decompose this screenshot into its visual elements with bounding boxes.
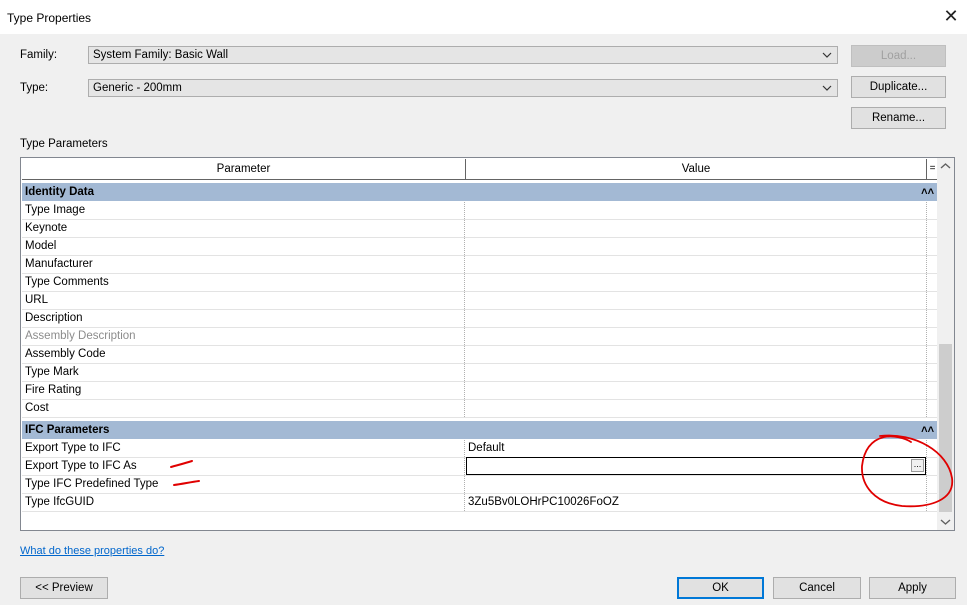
parameter-value[interactable] [468,400,926,417]
close-icon[interactable]: ✕ [941,6,961,26]
table-row[interactable]: Keynote [22,220,938,238]
table-scrollbar[interactable] [937,158,954,530]
parameter-name: Fire Rating [22,382,465,399]
table-row[interactable]: Type IfcGUID 3Zu5Bv0LOHrPC10026FoOZ [22,494,938,512]
parameter-name: Export Type to IFC [22,440,465,457]
chevron-down-icon [822,52,832,58]
parameter-name: Assembly Description [22,328,465,345]
title-bar: Type Properties ✕ [0,0,967,34]
table-row[interactable]: URL [22,292,938,310]
collapse-icon[interactable]: ˄˄ [921,421,934,439]
table-row[interactable]: Export Type to IFC As ... [22,457,938,476]
load-button[interactable]: Load... [851,45,946,67]
parameter-value[interactable] [468,476,926,493]
parameter-name: Manufacturer [22,256,465,273]
parameter-value[interactable] [468,292,926,309]
collapse-icon[interactable]: ˄˄ [921,183,934,201]
parameter-value[interactable] [468,238,926,255]
family-dropdown[interactable]: System Family: Basic Wall [88,46,838,64]
type-value: Generic - 200mm [93,82,182,94]
cancel-button[interactable]: Cancel [773,577,861,599]
parameter-name: Assembly Code [22,346,465,363]
table-row[interactable]: Description [22,310,938,328]
table-row[interactable]: Type Mark [22,364,938,382]
scroll-down-icon[interactable] [937,513,954,530]
chevron-down-icon [822,85,832,91]
table-row[interactable]: Manufacturer [22,256,938,274]
parameter-name: Type Image [22,202,465,219]
parameter-value[interactable] [468,274,926,291]
preview-button[interactable]: << Preview [20,577,108,599]
parameter-value-input[interactable]: ... [466,457,926,475]
parameter-name: Model [22,238,465,255]
parameter-table: Parameter Value = Identity Data ˄˄ Type … [20,157,955,531]
browse-button[interactable]: ... [911,459,924,472]
family-label: Family: [20,49,58,61]
parameter-name: URL [22,292,465,309]
table-row[interactable]: Type Comments [22,274,938,292]
type-label: Type: [20,82,49,94]
ok-button[interactable]: OK [677,577,764,599]
parameter-value[interactable] [468,364,926,381]
scroll-up-icon[interactable] [937,158,954,175]
parameter-value[interactable] [468,220,926,237]
table-row[interactable]: Assembly Code [22,346,938,364]
parameter-name: Description [22,310,465,327]
type-parameters-label: Type Parameters [20,138,108,150]
parameter-value[interactable] [468,382,926,399]
parameter-name: Type Mark [22,364,465,381]
parameter-value[interactable] [468,256,926,273]
parameter-value[interactable] [468,310,926,327]
parameter-value [468,328,926,345]
scrollbar-thumb[interactable] [939,344,952,512]
type-dropdown[interactable]: Generic - 200mm [88,79,838,97]
table-row[interactable]: Type Image [22,202,938,220]
parameter-name: Type IFC Predefined Type [22,476,465,493]
parameter-name: Type IfcGUID [22,494,465,511]
parameter-value[interactable] [468,346,926,363]
table-row[interactable]: Type IFC Predefined Type [22,476,938,494]
rename-button[interactable]: Rename... [851,107,946,129]
parameter-name: Keynote [22,220,465,237]
parameter-value[interactable]: 3Zu5Bv0LOHrPC10026FoOZ [468,494,926,511]
apply-button[interactable]: Apply [869,577,956,599]
table-row[interactable]: Export Type to IFC Default [22,440,938,458]
column-header-value[interactable]: Value [466,159,927,179]
parameter-name: Cost [22,400,465,417]
parameter-value[interactable] [468,202,926,219]
group-title: IFC Parameters [25,424,110,436]
family-value: System Family: Basic Wall [93,49,229,61]
parameter-name: Type Comments [22,274,465,291]
help-link[interactable]: What do these properties do? [20,545,164,557]
duplicate-button[interactable]: Duplicate... [851,76,946,98]
parameter-name: Export Type to IFC As [22,458,465,475]
table-row[interactable]: Model [22,238,938,256]
group-header-identity-data[interactable]: Identity Data ˄˄ [22,183,938,201]
column-header-parameter[interactable]: Parameter [22,159,466,179]
group-header-ifc-parameters[interactable]: IFC Parameters ˄˄ [22,421,938,439]
group-title: Identity Data [25,186,95,198]
window-title: Type Properties [7,11,92,25]
table-row[interactable]: Cost [22,400,938,418]
parameter-value[interactable]: Default [468,440,926,457]
table-row: Assembly Description [22,328,938,346]
table-header: Parameter Value = [22,159,938,180]
table-row[interactable]: Fire Rating [22,382,938,400]
